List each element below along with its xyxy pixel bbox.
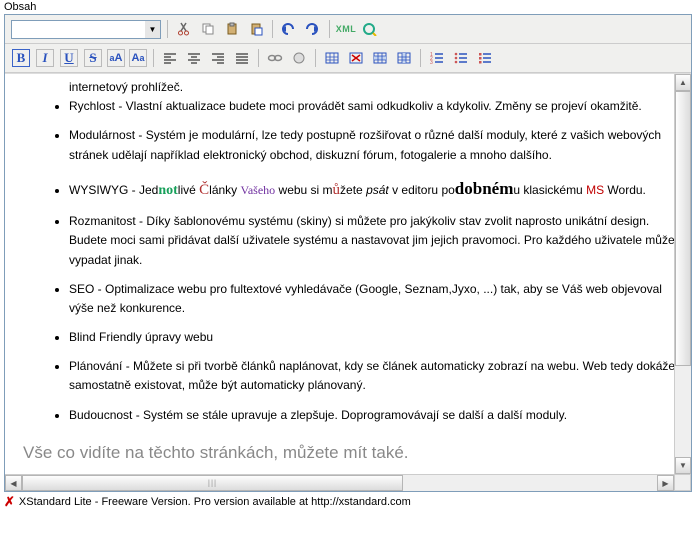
xstandard-logo-icon: ✗: [4, 494, 15, 510]
toolbar-row-2: B I U S aA Aa 123: [5, 44, 691, 73]
paste-word-icon[interactable]: [246, 19, 266, 39]
horizontal-scrollbar[interactable]: ◀ ▶: [5, 474, 674, 491]
subscript-button[interactable]: Aa: [129, 49, 147, 67]
toolbar-row-1: ▼ XML: [5, 15, 691, 44]
unordered-list-icon[interactable]: [451, 48, 471, 68]
list-item: SEO - Optimalizace webu pro fultextové v…: [69, 280, 681, 318]
editor-content-area[interactable]: internetový prohlížeč. Rychlost - Vlastn…: [5, 73, 691, 491]
align-right-icon[interactable]: [208, 48, 228, 68]
separator: [167, 20, 168, 38]
strike-button[interactable]: S: [83, 48, 103, 68]
scroll-corner: [674, 474, 691, 491]
table-row-icon[interactable]: [370, 48, 390, 68]
cut-icon[interactable]: [174, 19, 194, 39]
scroll-right-icon[interactable]: ▶: [657, 475, 674, 491]
scroll-track[interactable]: [22, 475, 657, 491]
scroll-thumb[interactable]: [675, 91, 691, 366]
italic-button[interactable]: I: [35, 48, 55, 68]
copy-icon[interactable]: [198, 19, 218, 39]
unordered-list-alt-icon[interactable]: [475, 48, 495, 68]
separator: [258, 49, 259, 67]
chevron-down-icon[interactable]: ▼: [145, 21, 160, 38]
scroll-track[interactable]: [675, 91, 691, 457]
separator: [272, 20, 273, 38]
window-title: Obsah: [0, 0, 696, 14]
vertical-scrollbar[interactable]: ▲ ▼: [674, 74, 691, 474]
list-item: Budoucnost - Systém se stále upravuje a …: [69, 406, 681, 425]
ordered-list-icon[interactable]: 123: [427, 48, 447, 68]
table-delete-icon[interactable]: [346, 48, 366, 68]
undo-icon[interactable]: [279, 19, 299, 39]
content-list: Rychlost - Vlastní aktualizace budete mo…: [15, 97, 681, 425]
list-item: Rozmanitost - Díky šablonovému systému (…: [69, 212, 681, 270]
align-center-icon[interactable]: [184, 48, 204, 68]
underline-button[interactable]: U: [59, 48, 79, 68]
bold-button[interactable]: B: [11, 48, 31, 68]
xml-button[interactable]: XML: [336, 19, 356, 39]
content-heading: Vše co vidíte na těchto stránkách, můžet…: [23, 439, 681, 466]
redo-icon[interactable]: [303, 19, 323, 39]
format-dropdown-field[interactable]: [12, 21, 145, 38]
format-dropdown[interactable]: ▼: [11, 20, 161, 39]
separator: [315, 49, 316, 67]
scroll-left-icon[interactable]: ◀: [5, 475, 22, 491]
scroll-up-icon[interactable]: ▲: [675, 74, 691, 91]
list-item: Modulárnost - Systém je modulární, lze t…: [69, 126, 681, 164]
align-justify-icon[interactable]: [232, 48, 252, 68]
superscript-button[interactable]: aA: [107, 49, 125, 67]
svg-text:3: 3: [430, 60, 433, 64]
table-insert-icon[interactable]: [322, 48, 342, 68]
separator: [153, 49, 154, 67]
editor-frame: ▼ XML B I U S aA Aa: [4, 14, 692, 492]
scroll-down-icon[interactable]: ▼: [675, 457, 691, 474]
list-item: Plánování - Můžete si při tvorbě článků …: [69, 357, 681, 395]
status-bar: ✗ XStandard Lite - Freeware Version. Pro…: [0, 492, 696, 512]
separator: [420, 49, 421, 67]
align-left-icon[interactable]: [160, 48, 180, 68]
separator: [329, 20, 330, 38]
unlink-icon[interactable]: [289, 48, 309, 68]
list-item: Blind Friendly úpravy webu: [69, 328, 681, 347]
status-text: XStandard Lite - Freeware Version. Pro v…: [19, 496, 411, 508]
preview-icon[interactable]: [360, 19, 380, 39]
scroll-thumb[interactable]: [22, 475, 403, 491]
content-fragment: internetový prohlížeč.: [15, 78, 681, 97]
link-icon[interactable]: [265, 48, 285, 68]
table-col-icon[interactable]: [394, 48, 414, 68]
paste-icon[interactable]: [222, 19, 242, 39]
list-item: Rychlost - Vlastní aktualizace budete mo…: [69, 97, 681, 116]
list-item: WYSIWYG - Jednotlivé Články Vašeho webu …: [69, 175, 681, 202]
